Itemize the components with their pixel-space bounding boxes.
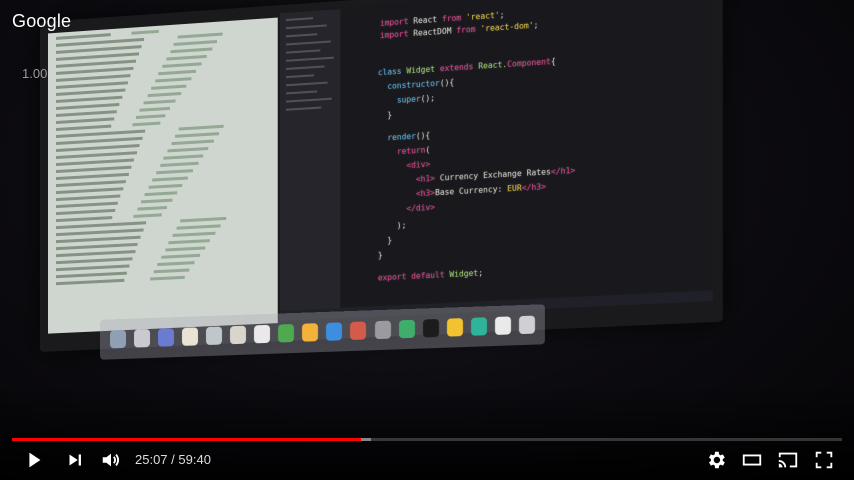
dock-app-icon [326, 322, 343, 341]
play-icon [29, 452, 41, 468]
code-line: export default Widget; [377, 268, 484, 283]
file-tree-item [286, 49, 321, 54]
code-line: </div> [406, 202, 436, 214]
file-tree-item [286, 65, 324, 70]
file-tree-item [286, 56, 335, 62]
file-tree-item [286, 106, 321, 111]
playback-speed-label: 1.00 [22, 66, 48, 81]
file-tree-item [286, 33, 317, 38]
fullscreen-button[interactable] [812, 448, 836, 472]
file-tree-item [286, 90, 318, 95]
time-separator: / [167, 452, 179, 467]
google-logo: Google [12, 11, 72, 31]
code-line: } [377, 110, 393, 121]
photographed-monitor: import React from 'react'; import ReactD… [40, 0, 723, 353]
code-line: super(); [396, 93, 436, 105]
settings-icon [709, 451, 725, 469]
dock-app-icon [302, 323, 319, 342]
next-icon [69, 454, 81, 466]
code-line: ); [377, 220, 407, 232]
dock-app-icon [182, 327, 199, 346]
dock-app-icon [278, 323, 295, 343]
code-line: } [377, 250, 383, 261]
file-tree-item [286, 74, 314, 79]
editor-file-tree [279, 9, 341, 313]
code-line: } [377, 235, 393, 246]
dock-app-icon [350, 321, 367, 341]
dock-app-icon [110, 329, 127, 349]
progress-bar[interactable] [12, 438, 842, 441]
theater-mode-icon [742, 454, 762, 466]
code-editor: import React from 'react'; import ReactD… [342, 0, 713, 306]
progress-played [12, 438, 362, 441]
dock-app-icon [158, 328, 175, 347]
current-time: 25:07 [135, 452, 168, 467]
dock-app-icon [230, 325, 247, 345]
cast-icon [778, 452, 798, 468]
volume-button[interactable] [99, 448, 123, 472]
cast-button[interactable] [776, 448, 800, 472]
dock-app-icon [494, 316, 511, 335]
time-display: 25:07 / 59:40 [135, 452, 211, 467]
terminal-pane [47, 17, 278, 334]
code-line: <div> [406, 159, 431, 171]
file-tree-item [286, 40, 331, 46]
dock-app-icon [470, 317, 487, 336]
file-tree-item [286, 97, 332, 103]
file-tree-item [286, 17, 314, 22]
volume-icon [102, 453, 120, 467]
dock-app-icon [254, 324, 271, 344]
play-button[interactable] [22, 448, 46, 472]
dock-app-icon [446, 318, 463, 337]
fullscreen-icon [815, 451, 833, 469]
dock-app-icon [518, 315, 535, 335]
code-line: class Widget extends React.Component{ [377, 56, 556, 78]
file-tree-item [286, 24, 328, 30]
next-button[interactable] [63, 448, 87, 472]
code-line: render(){ [387, 130, 431, 143]
settings-button[interactable] [704, 448, 728, 472]
dock-app-icon [134, 329, 151, 348]
file-tree-item [286, 81, 328, 87]
dock-app-icon [422, 318, 439, 338]
duration: 59:40 [178, 452, 211, 467]
code-line: return( [396, 145, 431, 157]
theater-mode-button[interactable] [740, 448, 764, 472]
code-line: constructor(){ [387, 77, 455, 92]
dock-app-icon [398, 319, 415, 339]
dock-app-icon [206, 326, 223, 346]
dock-app-icon [374, 320, 391, 340]
